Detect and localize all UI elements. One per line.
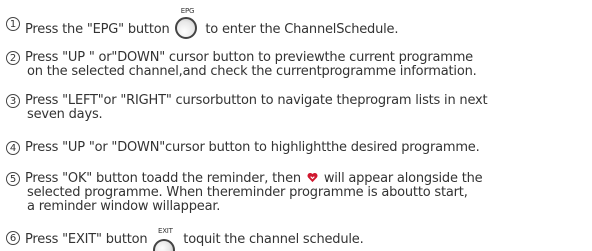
step-text: selected programme. When thereminder pro… xyxy=(27,185,468,200)
step-text: toquit the channel schedule. xyxy=(183,232,364,247)
step-text: Press "OK" button toadd the reminder, th… xyxy=(25,171,301,186)
step-1: 1 Press the "EPG" button EPG to enter the… xyxy=(6,7,399,41)
reminder-heart-icon xyxy=(307,172,318,183)
step-number: 4 xyxy=(6,141,20,155)
exit-button-icon: EXIT xyxy=(153,227,177,251)
round-button-icon xyxy=(153,239,176,251)
step-number: 5 xyxy=(6,172,20,186)
step-text: will appear alongside the xyxy=(323,171,483,186)
exit-button-label: EXIT xyxy=(157,227,173,235)
step-text: on the selected channel,and check the cu… xyxy=(27,64,477,79)
epg-button-label: EPG xyxy=(180,7,195,15)
step-4: 4 Press "UP "or "DOWN"cursor button to hi… xyxy=(6,141,480,155)
step-number: 1 xyxy=(6,17,20,31)
step-5: 5 Press "OK" button toadd the reminder, t… xyxy=(6,171,483,214)
step-text: Press "UP " or"DOWN" cursor button to pr… xyxy=(25,50,473,65)
step-text: Press "EXIT" button xyxy=(25,232,148,247)
step-3: 3 Press "LEFT"or "RIGHT" cursorbutton to … xyxy=(6,93,488,122)
round-button-icon xyxy=(175,17,198,39)
step-number: 6 xyxy=(6,231,20,245)
step-2: 2 Press "UP " or"DOWN" cursor button to p… xyxy=(6,51,477,79)
step-number: 2 xyxy=(6,51,20,65)
step-6: 6 Press "EXIT" button EXIT toquit the cha… xyxy=(6,227,364,251)
step-text: a reminder window willappear. xyxy=(27,199,221,214)
step-text: to enter the ChannelSchedule. xyxy=(205,22,399,37)
step-number: 3 xyxy=(6,94,20,108)
step-text: Press "LEFT"or "RIGHT" cursorbutton to n… xyxy=(25,93,488,108)
step-text: Press the "EPG" button xyxy=(25,22,170,37)
epg-button-icon: EPG xyxy=(175,7,199,41)
step-text: seven days. xyxy=(27,107,103,122)
step-text: Press "UP "or "DOWN"cursor button to hig… xyxy=(25,140,480,155)
